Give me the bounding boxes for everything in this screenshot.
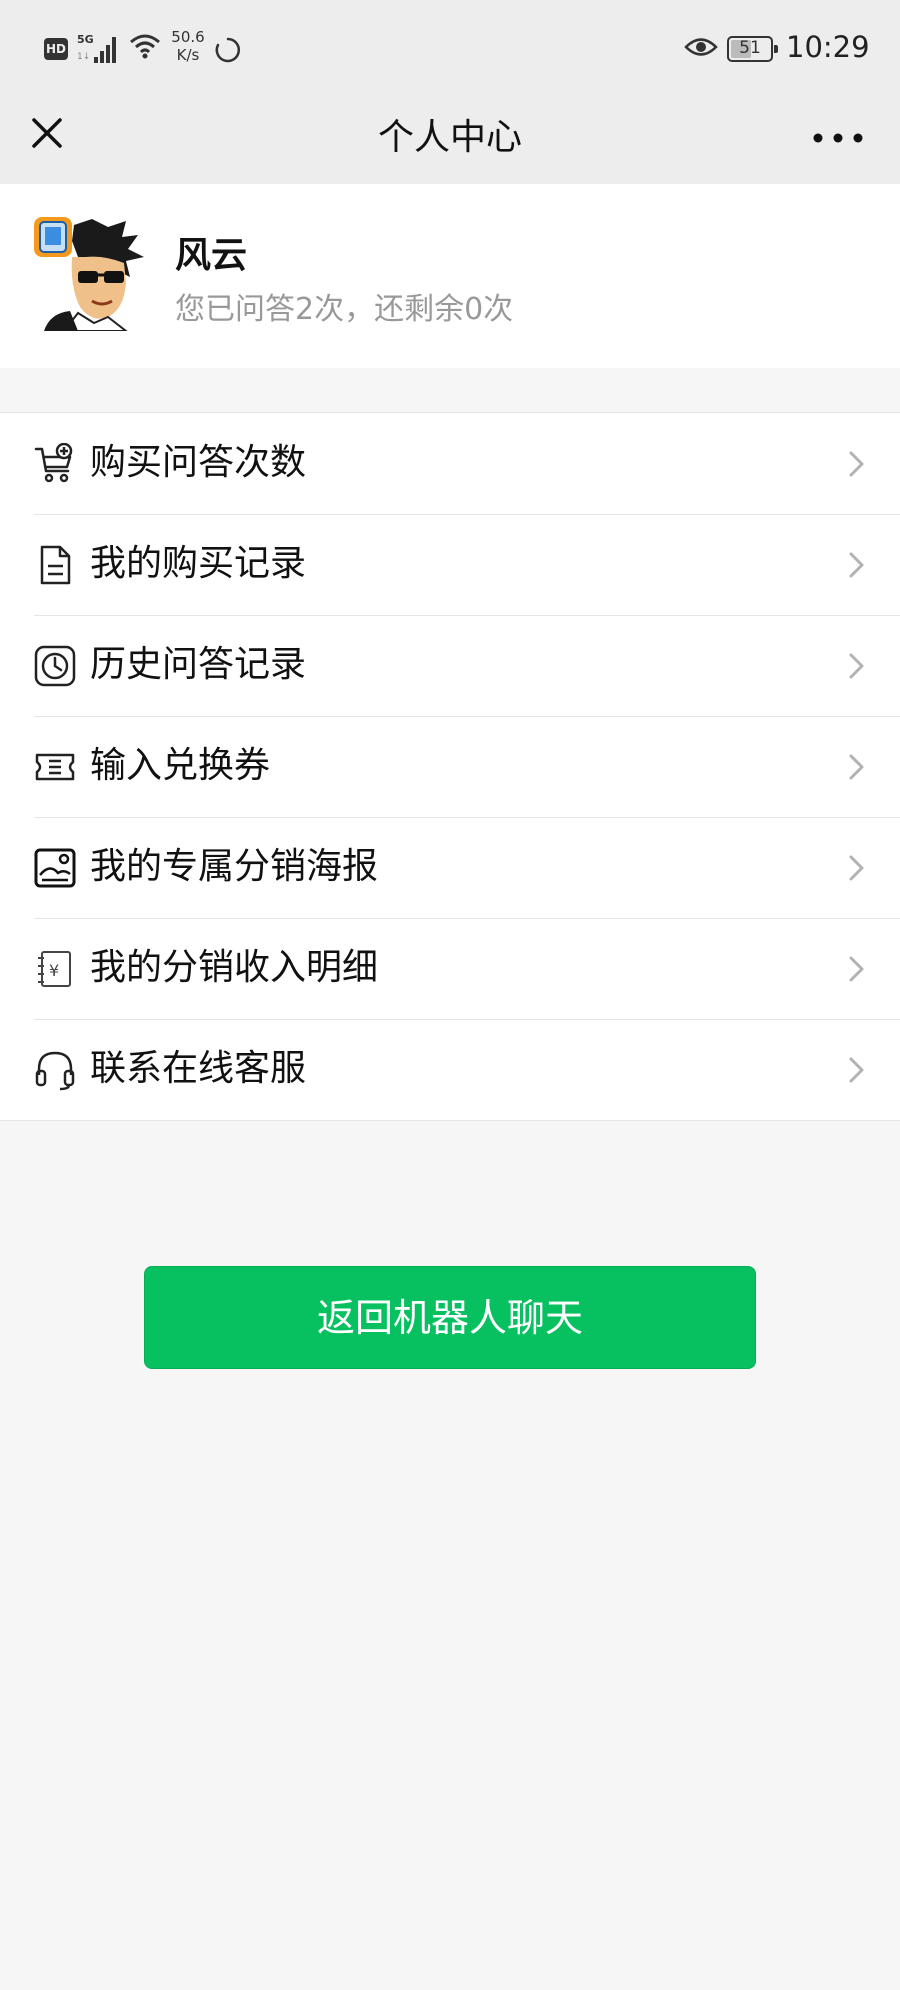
menu-item-distribution-poster[interactable]: 我的专属分销海报 [0,817,900,918]
wifi-icon [130,34,160,59]
menu-item-purchase-records[interactable]: 我的购买记录 [0,514,900,615]
chevron-right-icon [849,855,864,881]
profile-usage-text: 您已问答2次，还剩余0次 [175,292,514,327]
menu-item-label: 联系在线客服 [90,1048,307,1089]
status-bar: HD 5G 1↓ 50.6 K/s 51 10:29 [0,0,900,92]
network-speed-value: 50.6 [171,28,205,46]
eye-icon [684,38,718,56]
chevron-right-icon [849,956,864,982]
chevron-right-icon [849,451,864,477]
income-ledger-icon: ¥ [38,951,71,987]
poster-image-icon [34,848,76,888]
network-speed: 50.6 K/s [164,28,212,64]
profile-card: 风云 您已问答2次，还剩余0次 [0,184,900,368]
chevron-right-icon [849,754,864,780]
avatar[interactable] [34,217,148,331]
menu-item-redeem-coupon[interactable]: 输入兑换券 [0,716,900,817]
chevron-right-icon [849,653,864,679]
menu-item-label: 购买问答次数 [90,442,307,483]
menu-item-customer-service[interactable]: 联系在线客服 [0,1019,900,1120]
cart-plus-icon [34,443,73,483]
document-icon [40,545,71,585]
menu-item-qa-history[interactable]: 历史问答记录 [0,615,900,716]
page-title: 个人中心 [377,117,522,158]
menu-item-label: 我的购买记录 [90,543,307,584]
headset-icon [35,1051,75,1091]
svg-text:1↓: 1↓ [77,52,90,62]
chevron-right-icon [849,552,864,578]
nav-bar: 个人中心 [0,92,900,184]
svg-text:5G: 5G [77,33,94,46]
clock-time: 10:29 [786,30,870,64]
back-to-robot-chat-button[interactable]: 返回机器人聊天 [144,1266,756,1369]
menu-item-distribution-income[interactable]: ¥ 我的分销收入明细 [0,918,900,1019]
clock-icon [34,645,76,687]
ticket-icon [35,753,75,781]
menu-item-buy-qa-count[interactable]: 购买问答次数 [0,413,900,514]
menu-item-label: 我的专属分销海报 [90,846,379,887]
menu-item-label: 历史问答记录 [90,644,307,685]
profile-name: 风云 [175,235,248,276]
network-speed-unit: K/s [176,46,200,64]
menu-item-label: 输入兑换券 [90,745,271,786]
loading-icon [215,37,241,63]
svg-text:¥: ¥ [49,961,59,980]
more-icon[interactable] [808,112,868,164]
battery-level: 51 [739,38,761,58]
hd-badge: HD [44,38,68,60]
menu-item-label: 我的分销收入明细 [90,947,379,988]
battery-icon: 51 [727,36,778,62]
signal-5g-icon: 5G 1↓ [77,33,116,63]
chevron-right-icon [849,1057,864,1083]
menu-list: 购买问答次数 我的购买记录 历史问答记录 输入兑换券 我的专属分销海报 ¥ 我的… [0,412,900,1121]
